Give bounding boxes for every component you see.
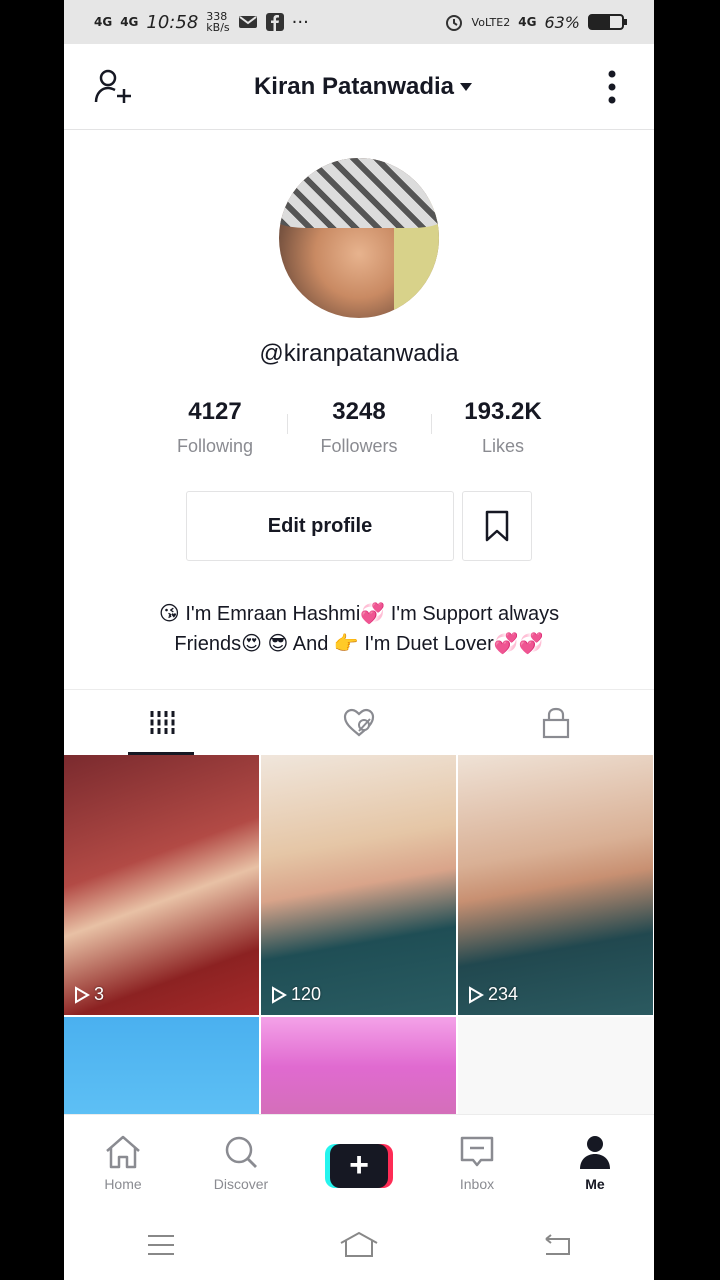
vertical-dots-icon: [608, 70, 616, 103]
account-switcher[interactable]: Kiran Patanwadia: [253, 72, 473, 101]
chevron-down-icon: [460, 82, 473, 91]
followers-label: Followers: [320, 436, 398, 456]
profile-icon: [580, 1135, 610, 1169]
bookmark-icon: [485, 510, 509, 542]
clock: 10:58: [146, 11, 199, 33]
nav-discover-label: Discover: [213, 1175, 269, 1192]
video-thumbnail[interactable]: [64, 1017, 259, 1117]
tab-videos[interactable]: [64, 690, 261, 755]
play-icon: [272, 985, 287, 1004]
view-count: 234: [468, 984, 518, 1005]
facebook-icon: [265, 13, 284, 31]
network-speed: 338 kB/s: [206, 10, 230, 34]
signal-2: 4G: [120, 15, 139, 29]
inbox-icon: [460, 1136, 494, 1166]
video-grid: 3 120 234: [64, 755, 654, 1117]
plus-icon: +: [330, 1143, 388, 1188]
profile-actions: Edit profile: [64, 491, 654, 561]
video-thumbnail[interactable]: 3: [64, 755, 259, 1015]
nav-home[interactable]: Home: [64, 1115, 182, 1210]
app-screen: 4G 4G 10:58 338 kB/s ··· VoLTE2 4G 63% K…: [64, 0, 654, 1280]
stats-row: 4127 Following 3248 Followers 193.2K Lik…: [64, 398, 654, 457]
tab-liked[interactable]: [261, 690, 458, 755]
hidden-heart-icon: [343, 708, 375, 736]
home-icon: [106, 1135, 140, 1168]
avatar[interactable]: [279, 158, 439, 318]
edit-profile-button[interactable]: Edit profile: [186, 491, 454, 561]
signal-3: 4G: [518, 15, 537, 29]
following-label: Following: [176, 436, 254, 456]
network-type: VoLTE2: [471, 15, 511, 29]
mail-icon: [238, 16, 257, 28]
alarm-icon: [445, 15, 462, 31]
likes-stat[interactable]: 193.2K Likes: [431, 398, 575, 457]
menu-icon[interactable]: [146, 1233, 176, 1257]
lock-icon: [542, 707, 569, 738]
profile-header: Kiran Patanwadia: [64, 44, 654, 130]
followers-stat[interactable]: 3248 Followers: [287, 398, 431, 457]
add-user-icon: [94, 69, 131, 103]
search-icon: [225, 1136, 257, 1168]
more-notifications-icon: ···: [291, 11, 309, 33]
system-navigation: [64, 1210, 654, 1280]
nav-create[interactable]: +: [300, 1115, 418, 1210]
video-thumbnail[interactable]: [261, 1017, 456, 1117]
view-count: 120: [271, 984, 321, 1005]
bio: 😘 I'm Emraan Hashmi💞 I'm Support always …: [64, 599, 654, 659]
following-count: 4127: [188, 398, 242, 425]
grid-icon: [150, 710, 175, 735]
home-key-icon[interactable]: [339, 1231, 379, 1259]
view-count: 3: [74, 984, 104, 1005]
back-icon[interactable]: [542, 1233, 572, 1257]
nav-home-label: Home: [104, 1175, 142, 1192]
video-thumbnail[interactable]: [458, 1017, 653, 1117]
page-title: Kiran Patanwadia: [253, 72, 455, 100]
likes-count: 193.2K: [464, 398, 542, 425]
signal-1: 4G: [94, 15, 113, 29]
nav-me[interactable]: Me: [536, 1115, 654, 1210]
profile-section: @kiranpatanwadia 4127 Following 3248 Fol…: [64, 158, 654, 659]
play-icon: [469, 985, 484, 1004]
battery-percent: 63%: [544, 12, 580, 32]
bottom-navigation: Home Discover + Inbox Me: [64, 1114, 654, 1210]
status-bar: 4G 4G 10:58 338 kB/s ··· VoLTE2 4G 63%: [64, 0, 654, 44]
nav-inbox[interactable]: Inbox: [418, 1115, 536, 1210]
following-stat[interactable]: 4127 Following: [143, 398, 287, 457]
more-options-button[interactable]: [590, 65, 634, 109]
video-thumbnail[interactable]: 120: [261, 755, 456, 1015]
bio-line-2: Friends😍 😎 And 👉 I'm Duet Lover💞💞: [174, 633, 544, 655]
favorites-button[interactable]: [462, 491, 532, 561]
nav-discover[interactable]: Discover: [182, 1115, 300, 1210]
nav-me-label: Me: [585, 1175, 605, 1192]
tab-private[interactable]: [457, 690, 654, 755]
battery-icon: [588, 14, 627, 30]
content-tabs: [64, 689, 654, 755]
play-icon: [75, 985, 90, 1004]
create-video-button[interactable]: +: [325, 1143, 393, 1188]
likes-label: Likes: [481, 436, 525, 456]
nav-inbox-label: Inbox: [459, 1175, 495, 1192]
username: @kiranpatanwadia: [259, 340, 459, 367]
bio-line-1: 😘 I'm Emraan Hashmi💞 I'm Support always: [158, 603, 560, 625]
add-friend-button[interactable]: [92, 65, 136, 109]
followers-count: 3248: [332, 398, 386, 425]
video-thumbnail[interactable]: 234: [458, 755, 653, 1015]
